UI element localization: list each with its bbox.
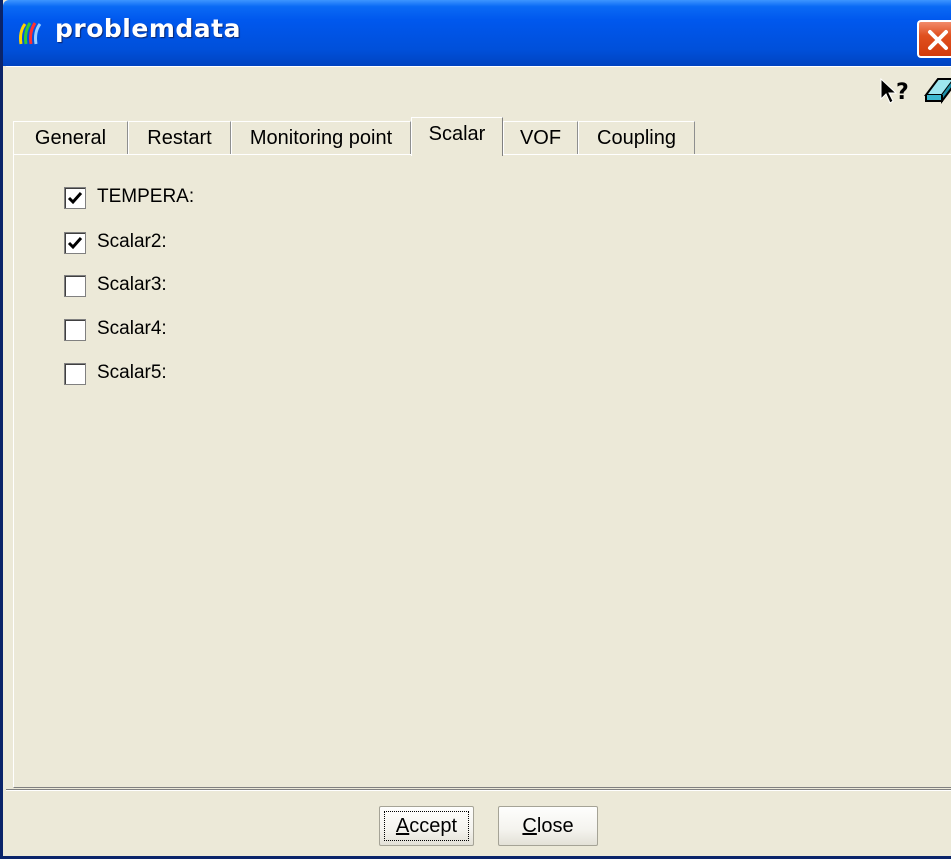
checkmark-icon xyxy=(67,237,83,250)
checkbox[interactable] xyxy=(64,275,86,297)
checkbox-label: Scalar3: xyxy=(97,274,167,295)
close-icon xyxy=(928,30,948,50)
accept-button[interactable]: Accept xyxy=(379,806,474,846)
close-button[interactable]: Close xyxy=(498,806,598,846)
button-label: lose xyxy=(536,815,574,837)
tab-restart[interactable]: Restart xyxy=(128,121,231,155)
tab-coupling[interactable]: Coupling xyxy=(578,121,695,155)
eraser-icon[interactable] xyxy=(922,75,951,105)
tab-label: Scalar xyxy=(428,123,486,145)
checkbox-label: Scalar2: xyxy=(97,231,167,252)
tab-label: Restart xyxy=(147,127,212,149)
tab-label: Coupling xyxy=(597,127,676,149)
button-label: ccept xyxy=(409,815,458,837)
tab-label: VOF xyxy=(519,127,562,149)
checkmark-icon xyxy=(67,192,83,205)
tab-scalar[interactable]: Scalar xyxy=(411,117,503,156)
tab-label: Monitoring point xyxy=(249,127,393,149)
scalar-tab-panel: TEMPERA: Scalar2: Scalar3: Scalar4: Scal… xyxy=(13,154,951,788)
checkbox[interactable] xyxy=(64,187,86,209)
window-title: problemdata xyxy=(55,14,241,43)
tab-vof[interactable]: VOF xyxy=(503,121,578,155)
tab-general[interactable]: General xyxy=(13,121,128,155)
close-window-button[interactable] xyxy=(917,20,951,58)
context-help-icon[interactable]: ? xyxy=(878,77,914,105)
title-bar[interactable]: problemdata xyxy=(3,0,951,66)
svg-text:?: ? xyxy=(896,80,909,105)
checkbox-label: TEMPERA: xyxy=(97,186,195,207)
checkbox[interactable] xyxy=(64,232,86,254)
mnemonic: C xyxy=(522,815,537,837)
checkbox[interactable] xyxy=(64,319,86,341)
app-icon xyxy=(17,20,45,46)
checkbox[interactable] xyxy=(64,363,86,385)
tab-monitoring-point[interactable]: Monitoring point xyxy=(231,121,411,155)
checkbox-label: Scalar4: xyxy=(97,318,167,339)
dialog-window: problemdata ? General Restart Monitoring… xyxy=(0,0,951,859)
mnemonic: A xyxy=(395,815,410,837)
tab-label: General xyxy=(34,127,107,149)
help-toolbar: ? xyxy=(6,66,951,114)
tab-strip: General Restart Monitoring point Scalar … xyxy=(13,117,951,156)
checkbox-label: Scalar5: xyxy=(97,362,167,383)
separator xyxy=(6,789,951,791)
